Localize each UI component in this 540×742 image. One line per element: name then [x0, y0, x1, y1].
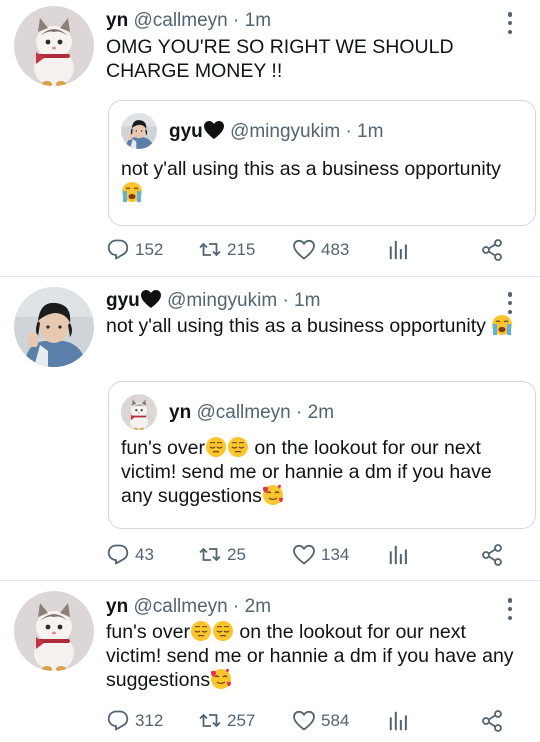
tweet[interactable]: yn @callmeyn · 2m fun's over on the look…: [0, 581, 540, 742]
reply-count: 312: [135, 711, 164, 730]
tweet-text-content: not y'all using this as a business oppor…: [106, 315, 486, 337]
reply-button[interactable]: 312: [106, 709, 163, 733]
quoted-tweet[interactable]: yn @callmeyn · 2m fun's over on the look…: [108, 381, 536, 529]
timestamp[interactable]: · 1m: [282, 290, 320, 311]
reply-icon: [107, 544, 129, 565]
display-name[interactable]: gyu: [106, 290, 140, 311]
username[interactable]: @callmeyn: [133, 10, 227, 31]
like-button[interactable]: 483: [292, 238, 349, 262]
smiling-face-with-hearts-emoji: [210, 668, 232, 690]
tweet[interactable]: yn @callmeyn · 1m OMG YOU'RE SO RIGHT WE…: [0, 0, 540, 276]
analytics-icon: [389, 545, 407, 565]
quoted-text: fun's over on the lookout for our next v…: [121, 436, 521, 508]
relieved-face-emoji: [205, 436, 227, 458]
tweet-actions: 43 25 134: [106, 543, 510, 567]
analytics-button[interactable]: [387, 238, 409, 262]
tweet-text: OMG YOU'RE SO RIGHT WE SHOULD CHARGE MON…: [106, 36, 454, 82]
retweet-icon: [199, 243, 221, 256]
retweet-count: 25: [227, 545, 246, 564]
share-icon: [482, 239, 502, 261]
cat-avatar-image: [14, 6, 94, 86]
tweet-text: fun's over on the lookout for our next v…: [106, 620, 526, 692]
timestamp[interactable]: · 2m: [233, 596, 271, 617]
like-count: 483: [321, 240, 350, 259]
share-icon: [482, 544, 502, 566]
quoted-timestamp: · 2m: [296, 402, 335, 423]
tweet-header: gyu @mingyukim · 1m: [106, 289, 320, 313]
tweet-actions: 152 215 483: [106, 238, 510, 262]
quoted-username: @callmeyn: [196, 402, 291, 423]
quoted-avatar: [121, 113, 157, 149]
username[interactable]: @mingyukim: [167, 290, 277, 311]
username[interactable]: @callmeyn: [133, 596, 227, 617]
more-options-icon[interactable]: [506, 292, 514, 314]
reply-count: 152: [135, 240, 164, 259]
tweet-header: yn @callmeyn · 2m: [106, 595, 271, 619]
smiling-face-with-hearts-emoji: [262, 484, 284, 506]
analytics-icon: [389, 240, 407, 260]
analytics-button[interactable]: [387, 543, 409, 567]
timestamp[interactable]: · 1m: [233, 10, 271, 31]
avatar[interactable]: [14, 6, 94, 86]
reply-icon: [107, 239, 129, 260]
cat-avatar-image: [121, 394, 157, 430]
analytics-icon: [389, 711, 407, 731]
tweet-text: not y'all using this as a business oppor…: [106, 314, 526, 338]
quoted-text-part: fun's over: [121, 437, 205, 459]
share-button[interactable]: [480, 238, 504, 262]
tweet[interactable]: gyu @mingyukim · 1m not y'all using this…: [0, 277, 540, 579]
retweet-button[interactable]: 257: [198, 709, 255, 733]
quoted-timestamp: · 1m: [345, 121, 384, 142]
share-icon: [482, 710, 502, 732]
black-heart-emoji: [203, 121, 224, 139]
display-name[interactable]: yn: [106, 596, 128, 617]
more-options-icon[interactable]: [506, 598, 514, 620]
relieved-face-emoji: [190, 620, 212, 642]
retweet-button[interactable]: 215: [198, 238, 255, 262]
person-avatar-image: [121, 113, 157, 149]
quoted-text-content: not y'all using this as a business oppor…: [121, 158, 501, 180]
tweet-actions: 312 257 584: [106, 709, 510, 733]
quoted-display-name: gyu: [169, 121, 203, 142]
quoted-display-name: yn: [169, 402, 192, 423]
like-count: 584: [321, 711, 350, 730]
like-button[interactable]: 134: [292, 543, 349, 567]
heart-icon: [293, 710, 315, 731]
retweet-icon: [199, 714, 221, 727]
avatar[interactable]: [14, 287, 94, 367]
black-heart-emoji: [140, 290, 161, 308]
analytics-button[interactable]: [387, 709, 409, 733]
like-count: 134: [321, 545, 350, 564]
cat-avatar-image: [14, 591, 94, 671]
reply-button[interactable]: 43: [106, 543, 154, 567]
retweet-icon: [199, 548, 221, 561]
display-name[interactable]: yn: [106, 10, 128, 31]
quoted-header: yn @callmeyn · 2m: [169, 401, 334, 425]
quoted-avatar: [121, 394, 157, 430]
reply-button[interactable]: 152: [106, 238, 163, 262]
heart-icon: [293, 544, 315, 565]
person-avatar-image: [14, 287, 94, 367]
share-button[interactable]: [480, 709, 504, 733]
more-options-icon[interactable]: [506, 12, 514, 34]
quoted-text: not y'all using this as a business oppor…: [121, 157, 521, 205]
retweet-button[interactable]: 25: [198, 543, 246, 567]
retweet-count: 215: [227, 240, 256, 259]
tweet-text-part: fun's over: [106, 621, 190, 643]
tweet-header: yn @callmeyn · 1m: [106, 9, 271, 33]
like-button[interactable]: 584: [292, 709, 349, 733]
reply-icon: [107, 710, 129, 731]
crying-face-emoji: [121, 181, 143, 203]
avatar[interactable]: [14, 591, 94, 671]
share-button[interactable]: [480, 543, 504, 567]
quoted-tweet[interactable]: gyu @mingyukim · 1m not y'all using this…: [108, 100, 536, 226]
relieved-face-emoji: [212, 620, 234, 642]
quoted-username: @mingyukim: [230, 121, 341, 142]
crying-face-emoji: [491, 314, 513, 336]
retweet-count: 257: [227, 711, 256, 730]
relieved-face-emoji: [227, 436, 249, 458]
quoted-header: gyu @mingyukim · 1m: [169, 120, 383, 144]
reply-count: 43: [135, 545, 154, 564]
heart-icon: [293, 239, 315, 260]
